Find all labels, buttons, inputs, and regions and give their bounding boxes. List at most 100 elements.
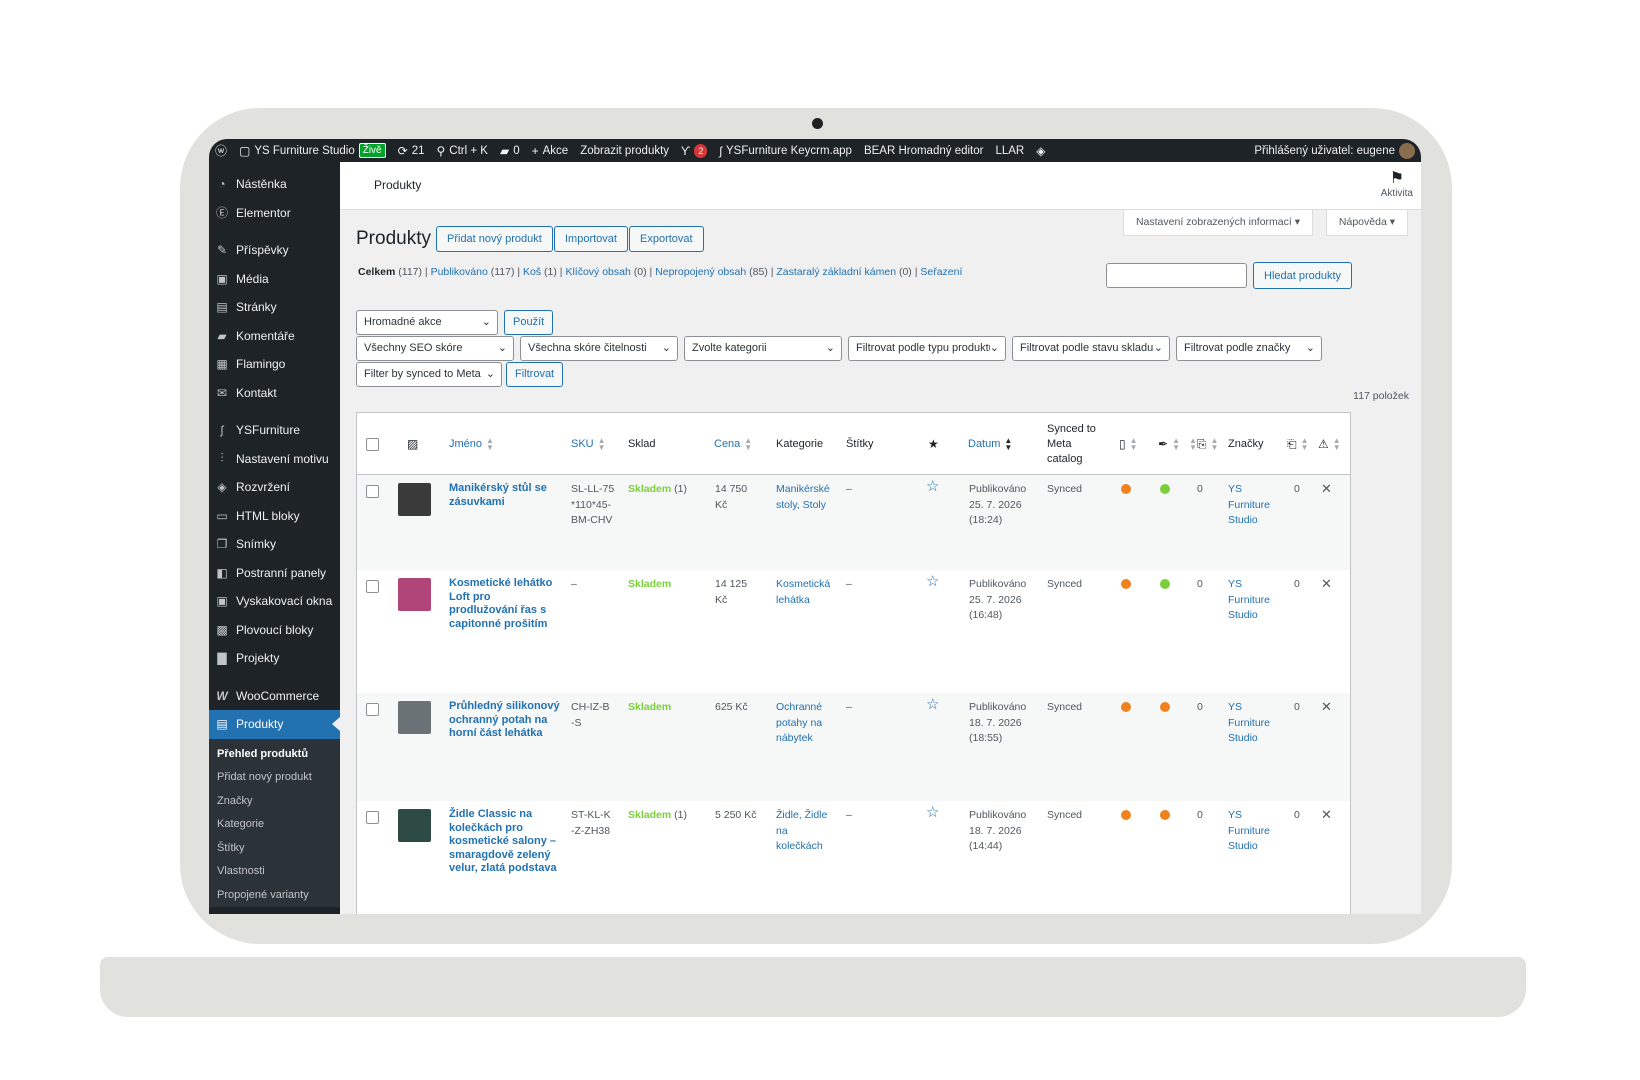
submenu-add-product[interactable]: Přidat nový produkt [209,766,340,790]
submenu-categories[interactable]: Kategorie [209,813,340,837]
menu-html-blocks[interactable]: ▭ HTML bloky [209,502,340,531]
filter-button[interactable]: Filtrovat [506,362,564,387]
menu-media[interactable]: ▣ Média [209,265,340,294]
readability-select[interactable]: Všechna skóre čitelnosti ⌄ [520,336,678,361]
menu-sidebars[interactable]: ◧ Postranní panely [209,559,340,588]
seo-score-select[interactable]: Všechny SEO skóre ⌄ [356,336,514,361]
column-sku[interactable]: SKU ▲ ▼ [571,413,606,475]
yoast-menu[interactable]: Ƴ2 [675,139,713,162]
product-thumbnail[interactable] [398,483,431,516]
product-name-link[interactable]: Manikérský stůl se zásuvkami [449,482,559,509]
close-icon[interactable]: ✕ [1321,481,1332,497]
product-thumbnail[interactable] [398,578,431,611]
product-name-link[interactable]: Průhledný silikonový ochranný potah na h… [449,700,561,741]
menu-posts[interactable]: ✎ Příspěvky [209,236,340,265]
menu-contact[interactable]: ✉ Kontakt [209,379,340,408]
category-links[interactable]: Manikérské stoly, Stoly [776,482,836,513]
menu-woocommerce[interactable]: W WooCommerce [209,682,340,711]
brand-link[interactable]: YS Furniture Studio [1228,577,1278,624]
brand-link[interactable]: YS Furniture Studio [1228,482,1278,529]
table-row[interactable]: Manikérský stůl se zásuvkami SL-LL-75*11… [357,475,1350,570]
command-search[interactable]: ⚲ Ctrl + K [430,139,493,162]
product-thumbnail[interactable] [398,809,431,842]
activity-button[interactable]: ⚑ Aktivita [1381,168,1413,199]
column-price[interactable]: Cena ▲ ▼ [714,413,752,475]
diamond-menu[interactable]: ◈ [1030,139,1051,162]
category-links[interactable]: Ochranné potahy na nábytek [776,700,836,747]
updates-link[interactable]: ⟳ 21 [392,139,431,162]
submenu-linked-variants[interactable]: Propojené varianty [209,884,340,908]
product-type-select[interactable]: Filtrovat podle typu produktu ⌄ [848,336,1006,361]
view-all[interactable]: Celkem [358,266,395,278]
bulk-actions-select[interactable]: Hromadné akce ⌄ [356,310,498,335]
apply-button[interactable]: Použít [504,310,554,335]
meta-sync-select[interactable]: Filter by synced to Meta ⌄ [356,362,502,387]
submenu-all-products[interactable]: Přehled produktů [209,743,340,767]
keycrm-link[interactable]: ʃ YSFurniture Keycrm.app [713,139,858,162]
user-menu[interactable]: Přihlášený uživatel: eugene [1248,139,1421,162]
help-tab[interactable]: Nápověda ▾ [1325,210,1408,236]
category-links[interactable]: Kosmetická lehátka [776,577,836,608]
menu-ysfurniture[interactable]: ʃ YSFurniture [209,416,340,445]
import-button[interactable]: Importovat [554,226,628,252]
view-orphaned[interactable]: Nepropojený obsah [655,266,746,278]
view-trash[interactable]: Koš [523,266,541,278]
menu-floating-blocks[interactable]: ▩ Plovoucí bloky [209,616,340,645]
star-icon[interactable]: ☆ [926,479,939,495]
brand-link[interactable]: YS Furniture Studio [1228,808,1278,855]
product-thumbnail[interactable] [398,701,431,734]
menu-elementor[interactable]: Ⓔ Elementor [209,199,340,228]
star-icon[interactable]: ☆ [926,574,939,590]
bear-editor-link[interactable]: BEAR Hromadný editor [858,139,990,162]
column-incoming-links[interactable]: ⎗ ▲ ▼ [1287,413,1309,475]
table-row[interactable]: Průhledný silikonový ochranný potah na h… [357,693,1350,801]
menu-products[interactable]: ▤ Produkty [209,710,340,739]
screen-options-tab[interactable]: Nastavení zobrazených informací ▾ [1122,210,1313,236]
view-sorting[interactable]: Seřazení [920,266,962,278]
column-readability[interactable]: ✒ ▲ ▼ [1158,413,1180,475]
row-checkbox[interactable] [366,580,379,593]
menu-flamingo[interactable]: ▦ Flamingo [209,350,340,379]
site-name-link[interactable]: ▢ YS Furniture Studio Živě [233,139,392,162]
llar-link[interactable]: LLAR [989,139,1030,162]
brand-select[interactable]: Filtrovat podle značky ⌄ [1176,336,1322,361]
close-icon[interactable]: ✕ [1321,576,1332,592]
column-seo-score[interactable]: ▯ ▲ ▼ [1119,413,1138,475]
submenu-tags[interactable]: Štítky [209,837,340,861]
new-content-link[interactable]: + Akce [526,139,575,162]
star-icon[interactable]: ☆ [926,697,939,713]
close-icon[interactable]: ✕ [1321,807,1332,823]
category-select[interactable]: Zvolte kategorii ⌄ [684,336,842,361]
menu-dashboard[interactable]: ◔ Nástěnka [209,170,340,199]
search-products-button[interactable]: Hledat produkty [1253,262,1353,289]
row-checkbox[interactable] [366,703,379,716]
add-new-product-button[interactable]: Přidat nový produkt [436,226,553,252]
column-date[interactable]: Datum ▲ ▼ [968,413,1012,475]
view-cornerstone[interactable]: Klíčový obsah [565,266,630,278]
submenu-brands[interactable]: Značky [209,790,340,814]
select-all-checkbox[interactable] [366,413,379,475]
table-row[interactable]: Židle Classic na kolečkách pro kosmetick… [357,801,1350,914]
menu-projects[interactable]: ▇ Projekty [209,644,340,673]
row-checkbox[interactable] [366,485,379,498]
menu-popups[interactable]: ▣ Vyskakovací okna [209,587,340,616]
table-row[interactable]: Kosmetické lehátko Loft pro prodlužování… [357,570,1350,693]
wordpress-logo[interactable]: ⓦ [209,139,233,162]
menu-layouts[interactable]: ◈ Rozvržení [209,473,340,502]
view-stale-cornerstone[interactable]: Zastaralý základní kámen [776,266,896,278]
export-button[interactable]: Exportovat [629,226,704,252]
view-products-link[interactable]: Zobrazit produkty [574,139,675,162]
menu-theme-settings[interactable]: ⫶ Nastavení motivu [209,445,340,474]
search-input[interactable] [1106,263,1247,288]
menu-pages[interactable]: ▤ Stránky [209,293,340,322]
close-icon[interactable]: ✕ [1321,699,1332,715]
product-name-link[interactable]: Židle Classic na kolečkách pro kosmetick… [449,808,561,876]
column-name[interactable]: Jméno ▲ ▼ [449,413,494,475]
view-published[interactable]: Publikováno [431,266,488,278]
menu-slides[interactable]: ❐ Snímky [209,530,340,559]
category-links[interactable]: Židle, Židle na kolečkách [776,808,834,855]
comments-link[interactable]: ▰ 0 [494,139,526,162]
product-name-link[interactable]: Kosmetické lehátko Loft pro prodlužování… [449,577,561,631]
star-icon[interactable]: ☆ [926,805,939,821]
stock-status-select[interactable]: Filtrovat podle stavu skladu ⌄ [1012,336,1170,361]
